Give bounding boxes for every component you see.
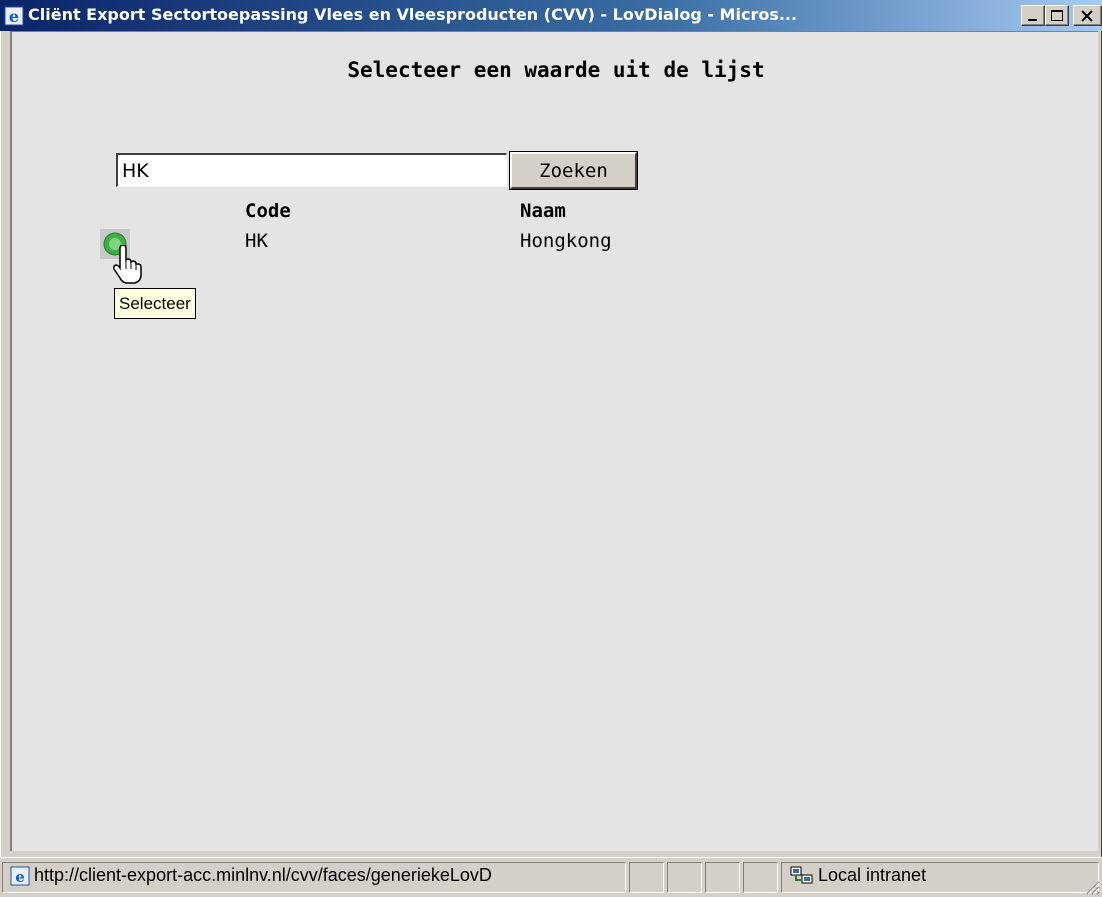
title-bar[interactable]: e Cliënt Export Sectortoepassing Vlees e… — [0, 0, 1102, 31]
svg-text:e: e — [15, 868, 25, 886]
status-panel-empty-3 — [705, 862, 740, 893]
status-panel-empty-2 — [667, 862, 702, 893]
dialog-content: Selecteer een waarde uit de lijst Zoeken… — [10, 31, 1098, 851]
page-title: Selecteer een waarde uit de lijst — [347, 58, 765, 82]
zone-label: Local intranet — [818, 865, 927, 885]
search-input[interactable] — [116, 153, 507, 187]
hand-cursor-icon — [113, 245, 142, 284]
table-cell-naam[interactable]: Hongkong — [520, 230, 612, 252]
close-icon — [1081, 10, 1093, 22]
column-header-code: Code — [245, 200, 291, 222]
window-frame-right — [1098, 31, 1102, 861]
status-panel-empty-4 — [743, 862, 778, 893]
search-button[interactable]: Zoeken — [509, 151, 638, 190]
status-bar: e http://client-export-acc.minlnv.nl/cvv… — [0, 857, 1102, 897]
status-panel-empty-1 — [629, 862, 664, 893]
tooltip: Selecteer — [114, 288, 196, 319]
window-frame-left — [0, 31, 4, 861]
browser-window: e Cliënt Export Sectortoepassing Vlees e… — [0, 0, 1102, 897]
resize-grip-icon[interactable] — [1082, 877, 1100, 895]
ie-icon: e — [4, 6, 24, 26]
table-cell-code[interactable]: HK — [245, 230, 268, 252]
svg-text:e: e — [9, 7, 19, 26]
column-header-naam: Naam — [520, 200, 566, 222]
minimize-button[interactable] — [1021, 5, 1045, 26]
status-url: http://client-export-acc.minlnv.nl/cvv/f… — [34, 865, 492, 885]
close-button[interactable] — [1073, 5, 1102, 26]
local-intranet-icon — [790, 866, 813, 884]
maximize-icon — [1051, 10, 1063, 21]
window-title: Cliënt Export Sectortoepassing Vlees en … — [28, 5, 798, 24]
minimize-icon — [1028, 19, 1037, 21]
maximize-button[interactable] — [1045, 5, 1069, 26]
ie-page-icon: e — [10, 866, 30, 886]
